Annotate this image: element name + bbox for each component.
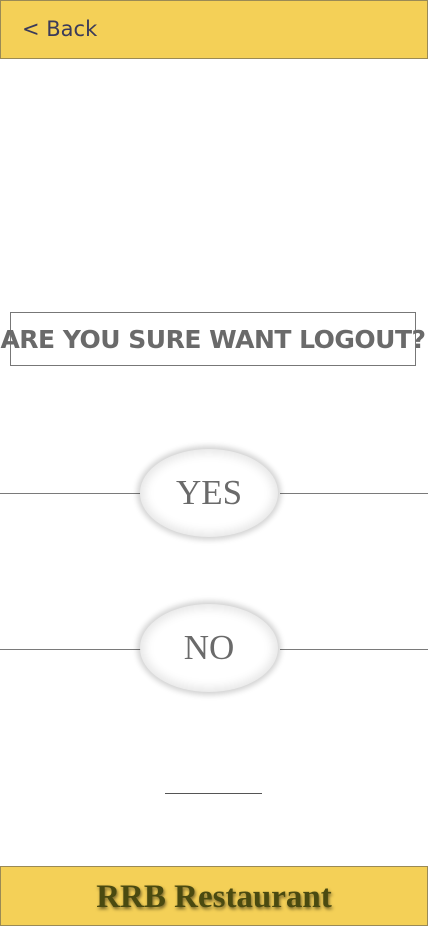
top-bar: < Back [0, 0, 428, 59]
no-divider-right [280, 649, 428, 650]
divider-short [165, 793, 262, 794]
yes-button[interactable]: YES [140, 449, 278, 537]
logout-question: Are you sure want logout? [0, 324, 426, 354]
logout-question-box: Are you sure want logout? [0, 312, 426, 366]
yes-divider-left [0, 493, 142, 494]
no-button[interactable]: NO [140, 604, 278, 692]
yes-divider-right [280, 493, 428, 494]
bottom-bar: RRB Restaurant [0, 866, 428, 926]
no-divider-left [0, 649, 142, 650]
restaurant-name: RRB Restaurant [96, 878, 332, 915]
back-button[interactable]: < Back [22, 17, 97, 41]
